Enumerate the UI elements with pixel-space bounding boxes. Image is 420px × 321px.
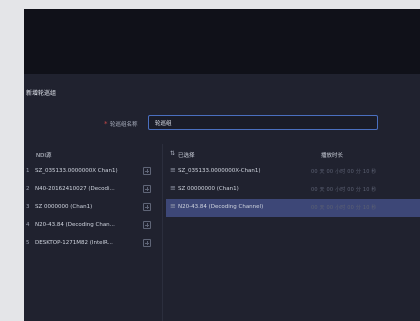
- source-row[interactable]: 5 DESKTOP-1271M82 (IntelR...: [24, 235, 160, 253]
- source-name: N40-20162410027 (Decodi...: [35, 186, 115, 192]
- row-index: 5: [26, 240, 30, 246]
- row-index: 3: [26, 204, 30, 210]
- drag-handle-icon[interactable]: ≡: [170, 166, 176, 174]
- selected-row[interactable]: ≡ N20-43.84 (Decoding Channel) 00 天 00 小…: [166, 199, 420, 217]
- source-row[interactable]: 2 N40-20162410027 (Decodi...: [24, 181, 160, 199]
- list-divider: [162, 144, 163, 321]
- source-row[interactable]: 1 SZ_035133.0000000X Chan1): [24, 163, 160, 181]
- source-name: SZ_035133.0000000X Chan1): [35, 168, 118, 174]
- selected-row[interactable]: ≡ SZ 00000000 (Chan1) 00 天 00 小时 00 分 10…: [166, 181, 420, 199]
- add-icon[interactable]: [143, 185, 151, 193]
- add-icon[interactable]: [143, 203, 151, 211]
- add-patrol-group-dialog: 新增轮巡组 * 轮巡组名称 NDI源 1 SZ_035133.0000000X …: [24, 74, 420, 321]
- selected-column-header: 已选择: [178, 153, 195, 159]
- source-name: SZ 0000000 (Chan1): [35, 204, 93, 210]
- selected-source-name: SZ_035133.0000000X-Chan1): [178, 168, 261, 174]
- group-name-input[interactable]: [148, 115, 378, 130]
- top-bar: [24, 9, 420, 74]
- duration-field[interactable]: 00 天 00 小时 00 分 10 秒: [311, 168, 377, 175]
- dialog-title: 新增轮巡组: [26, 90, 57, 97]
- selected-source-name: N20-43.84 (Decoding Channel): [178, 204, 264, 210]
- group-name-label: 轮巡组名称: [110, 122, 138, 128]
- selected-list: ⇅ 已选择 播放时长 ≡ SZ_035133.0000000X-Chan1) 0…: [166, 147, 420, 217]
- selected-row[interactable]: ≡ SZ_035133.0000000X-Chan1) 00 天 00 小时 0…: [166, 163, 420, 181]
- required-mark: *: [104, 120, 108, 128]
- source-name: N20-43.84 (Decoding Chan...: [35, 222, 115, 228]
- duration-field[interactable]: 00 天 00 小时 00 分 10 秒: [311, 186, 377, 193]
- source-list: NDI源 1 SZ_035133.0000000X Chan1) 2 N40-2…: [24, 147, 160, 253]
- source-row[interactable]: 3 SZ 0000000 (Chan1): [24, 199, 160, 217]
- duration-field[interactable]: 00 天 00 小时 00 分 10 秒: [311, 204, 377, 211]
- source-row[interactable]: 4 N20-43.84 (Decoding Chan...: [24, 217, 160, 235]
- source-name: DESKTOP-1271M82 (IntelR...: [35, 240, 113, 246]
- selected-source-name: SZ 00000000 (Chan1): [178, 186, 239, 192]
- add-icon[interactable]: [143, 239, 151, 247]
- add-icon[interactable]: [143, 221, 151, 229]
- drag-handle-icon[interactable]: ≡: [170, 184, 176, 192]
- row-index: 4: [26, 222, 30, 228]
- source-column-header: NDI源: [36, 153, 52, 159]
- row-index: 2: [26, 186, 30, 192]
- add-icon[interactable]: [143, 167, 151, 175]
- group-name-row: * 轮巡组名称: [24, 114, 420, 134]
- selected-list-header: ⇅ 已选择 播放时长: [166, 147, 420, 163]
- duration-column-header: 播放时长: [321, 153, 344, 159]
- source-list-header: NDI源: [24, 147, 160, 163]
- sort-icon[interactable]: ⇅: [170, 150, 175, 157]
- row-index: 1: [26, 168, 30, 174]
- drag-handle-icon[interactable]: ≡: [170, 202, 176, 210]
- app-window: 新增轮巡组 * 轮巡组名称 NDI源 1 SZ_035133.0000000X …: [24, 9, 420, 321]
